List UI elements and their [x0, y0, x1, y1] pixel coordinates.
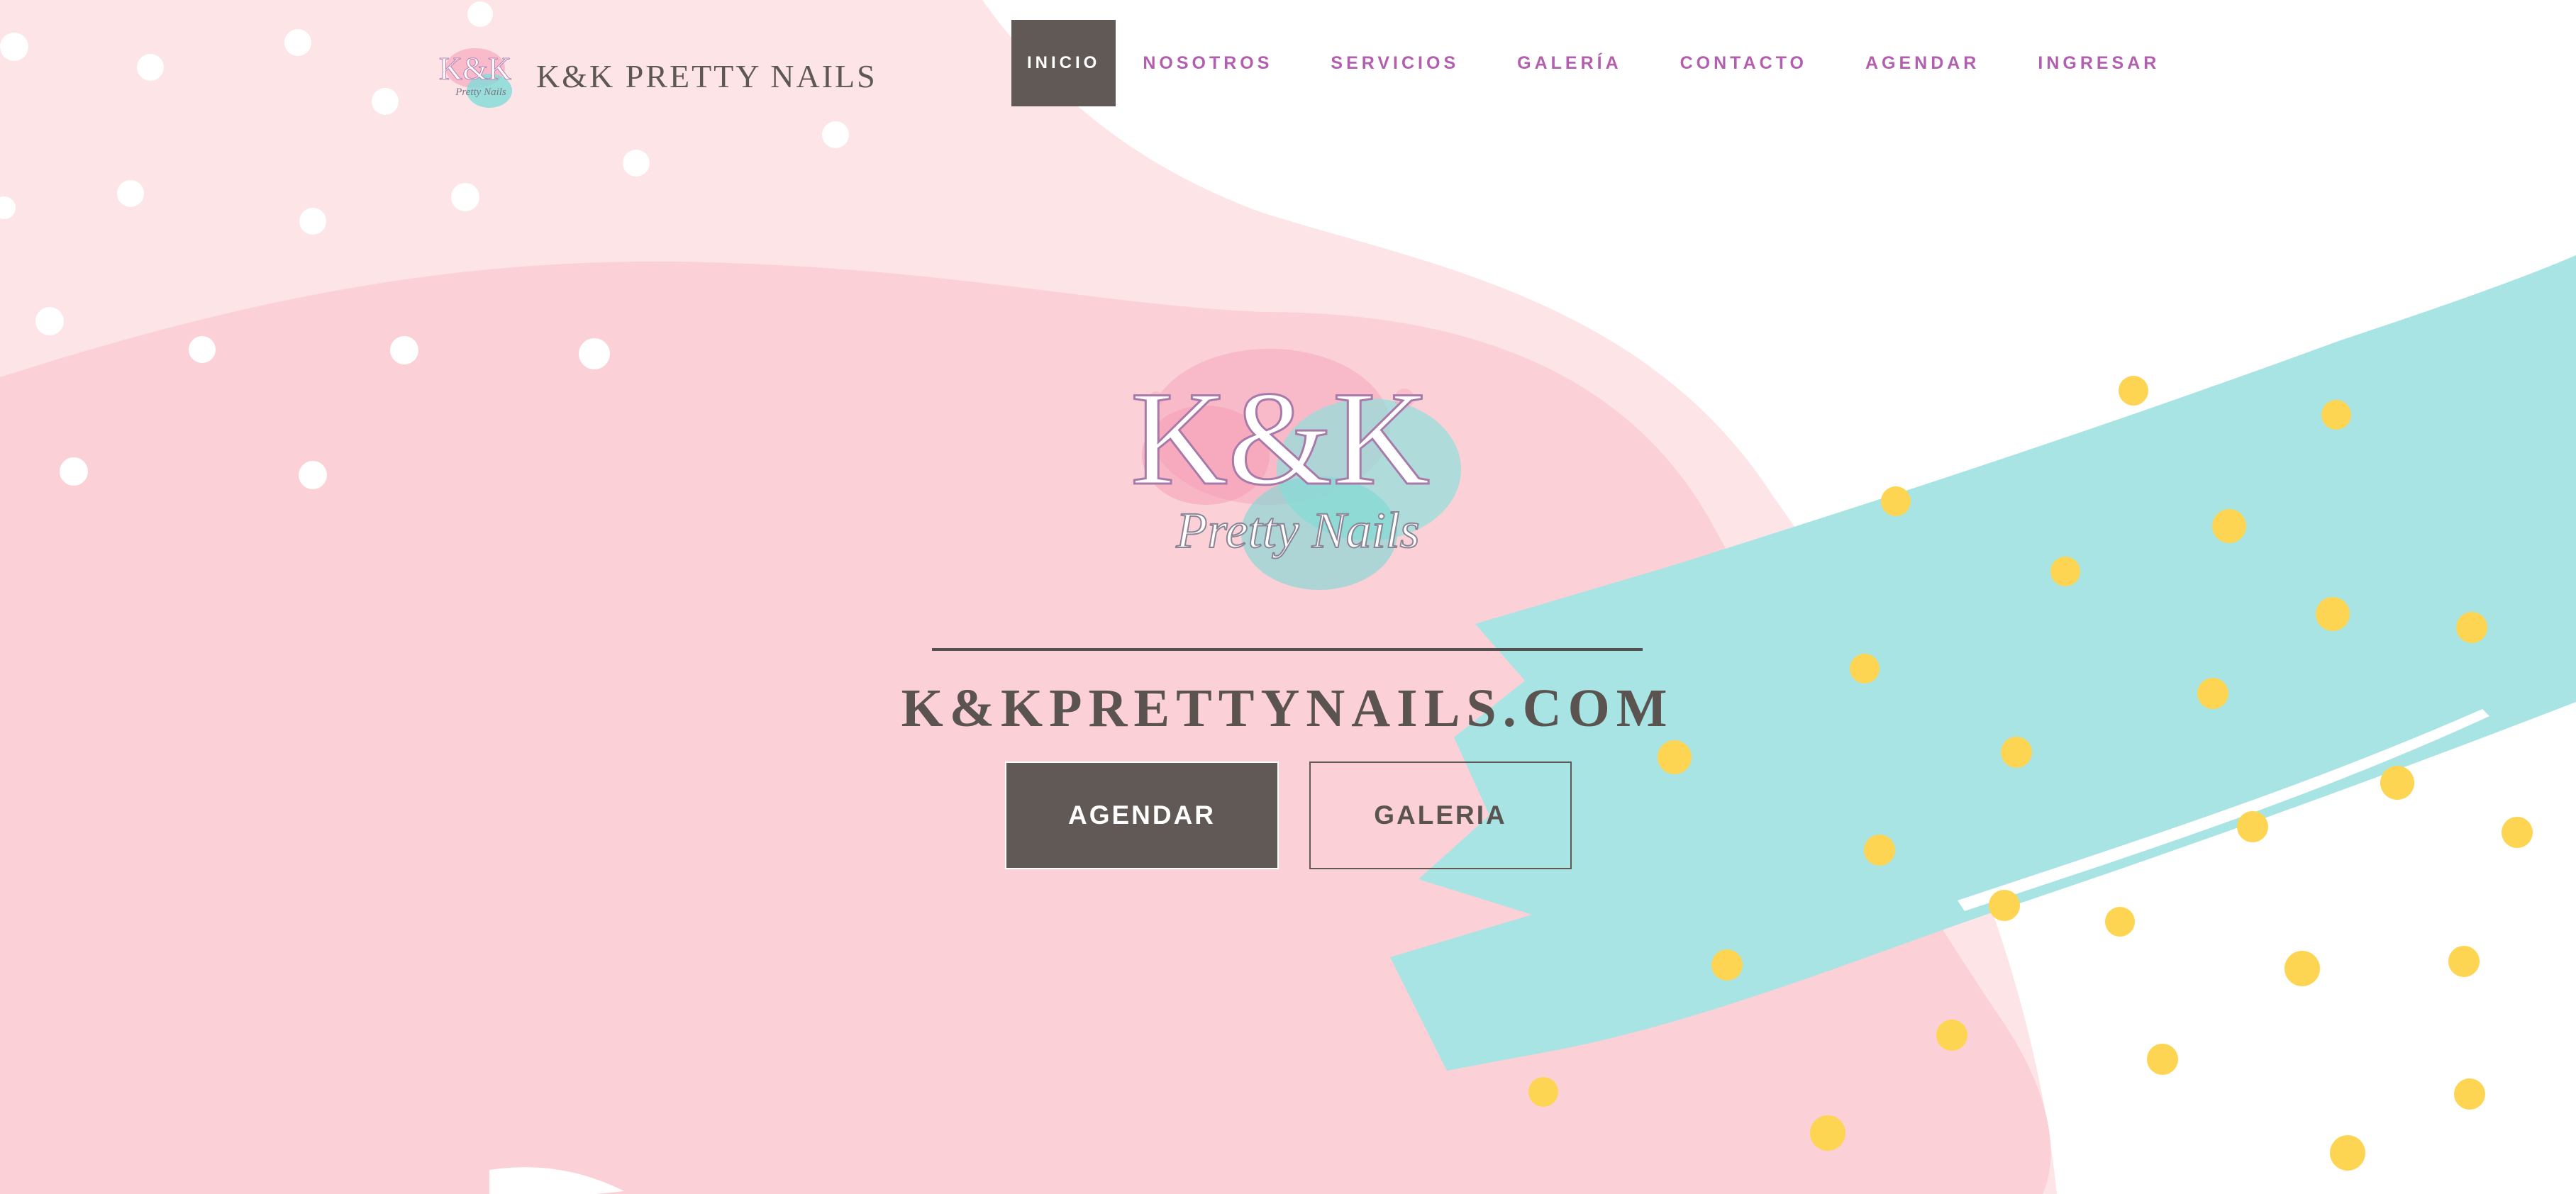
svg-text:Pretty Nails: Pretty Nails — [455, 87, 506, 98]
galeria-button[interactable]: GALERIA — [1309, 761, 1572, 869]
svg-text:K&K: K&K — [1131, 364, 1430, 513]
agendar-button[interactable]: AGENDAR — [1005, 761, 1279, 869]
site-title: K&KPRETTYNAILS.COM — [901, 679, 1674, 738]
nav-item-agendar[interactable]: AGENDAR — [1865, 20, 1980, 106]
svg-text:K&K: K&K — [439, 50, 511, 87]
brand-link[interactable]: K&K Pretty Nails K&K PRETTY NAILS — [434, 37, 877, 115]
brand-name[interactable]: K&K PRETTY NAILS — [536, 57, 877, 95]
hero-divider — [932, 648, 1643, 651]
main-nav: INICIO NOSOTROS SERVICIOS GALERÍA CONTAC… — [1011, 20, 2160, 106]
nav-item-ingresar[interactable]: INGRESAR — [2038, 20, 2160, 106]
hero-logo-icon: K&K Pretty Nails — [1129, 349, 1461, 590]
nav-item-inicio[interactable]: INICIO — [1011, 20, 1116, 106]
svg-text:Pretty Nails: Pretty Nails — [1175, 502, 1419, 559]
nav-item-contacto[interactable]: CONTACTO — [1680, 20, 1807, 106]
nav-item-nosotros[interactable]: NOSOTROS — [1143, 20, 1272, 106]
brand-logo-icon: K&K Pretty Nails — [438, 48, 512, 108]
nav-item-galeria[interactable]: GALERÍA — [1517, 20, 1622, 106]
nav-item-servicios[interactable]: SERVICIOS — [1331, 20, 1459, 106]
